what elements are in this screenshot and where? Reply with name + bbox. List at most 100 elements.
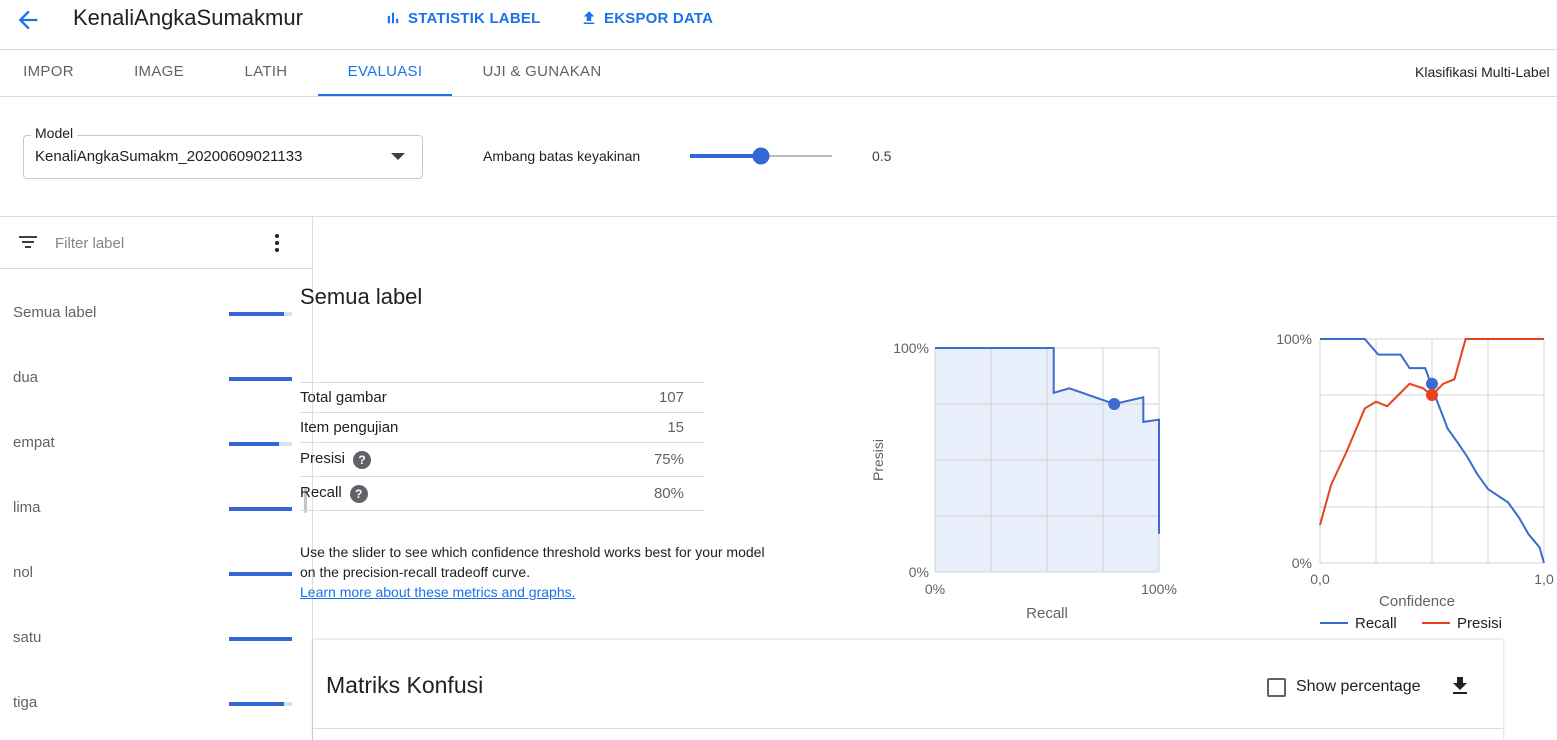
- label-item-tiga[interactable]: tiga: [0, 684, 300, 724]
- filter-list-icon[interactable]: [19, 235, 37, 249]
- label-item-lima[interactable]: lima: [0, 489, 300, 529]
- help-icon[interactable]: ?: [349, 484, 368, 503]
- legend-label-recall: Recall: [1355, 615, 1397, 632]
- x-axis-label: Confidence: [1379, 593, 1455, 610]
- y-axis-label: Presisi: [870, 439, 886, 481]
- metric-value: 107: [567, 382, 704, 413]
- app-title: KenaliAngkaSumakmur: [73, 5, 303, 30]
- y-tick-label: 0%: [1292, 555, 1312, 571]
- label-item-name: nol: [13, 564, 34, 581]
- label-score-fill: [229, 377, 292, 381]
- label-sidebar: Semua label dua empat lima nol satu tiga: [0, 217, 313, 740]
- metrics-table: Total gambar 107 Item pengujian 15 Presi…: [300, 382, 704, 511]
- model-select-value: KenaliAngkaSumakm_20200609021133: [35, 148, 303, 165]
- label-item-name: tiga: [13, 694, 38, 711]
- x-tick-label: 1,0: [1534, 571, 1554, 587]
- label-score-bar: [229, 442, 292, 446]
- x-axis-label: Recall: [1026, 605, 1068, 622]
- tab-image[interactable]: IMAGE: [116, 50, 202, 96]
- dropdown-caret-icon: [391, 153, 405, 160]
- threshold-slider[interactable]: [690, 146, 832, 166]
- model-select[interactable]: KenaliAngkaSumakm_20200609021133: [23, 135, 423, 179]
- metric-value: 80%: [567, 476, 704, 511]
- metric-key: Recall: [300, 484, 342, 502]
- tab-impor[interactable]: IMPOR: [0, 50, 97, 96]
- metrics-row: Total gambar 107: [300, 382, 704, 413]
- back-arrow-icon[interactable]: [14, 6, 42, 34]
- pr-marker-point: [1108, 398, 1121, 410]
- help-text: Use the slider to see which confidence t…: [300, 544, 765, 580]
- label-item-name: empat: [13, 434, 55, 451]
- tab-bar: IMPOR IMAGE LATIH EVALUASI UJI & GUNAKAN…: [0, 50, 1557, 97]
- label-item-empat[interactable]: empat: [0, 424, 300, 464]
- confidence-chart: 100% 0%0,0 1,0 Confidence Recall Presisi: [1276, 331, 1554, 632]
- marker-point-recall: [1426, 377, 1438, 390]
- confusion-matrix-card: Matriks Konfusi Show percentage: [313, 640, 1503, 740]
- label-score-fill: [229, 702, 285, 706]
- precision-recall-chart: 100% 0%0% 100% Recall Presisi: [870, 340, 1177, 622]
- ekspor-data-button[interactable]: EKSPOR DATA: [580, 9, 713, 27]
- bar-chart-icon: [387, 12, 399, 24]
- section-title: Semua label: [300, 284, 423, 309]
- legend-label-presisi: Presisi: [1457, 615, 1502, 632]
- label-score-bar: [229, 572, 292, 576]
- help-icon[interactable]: ?: [353, 450, 372, 469]
- x-tick-label: 0%: [925, 581, 945, 597]
- label-item-semua-label[interactable]: Semua label: [0, 294, 300, 334]
- slider-fill: [690, 154, 761, 158]
- filter-label-input[interactable]: [55, 231, 245, 255]
- label-item-name: satu: [13, 629, 42, 646]
- marker-point-presisi: [1426, 389, 1438, 401]
- tab-evaluasi[interactable]: EVALUASI: [318, 50, 452, 96]
- model-type-label: Klasifikasi Multi-Label: [1415, 64, 1550, 80]
- label-score-bar: [229, 377, 292, 381]
- statistik-label-button[interactable]: STATISTIK LABEL: [384, 9, 540, 27]
- x-tick-label: 100%: [1141, 581, 1177, 597]
- slider-thumb[interactable]: [752, 147, 770, 165]
- metrics-row: Recall? 80%: [300, 476, 704, 511]
- label-item-dua[interactable]: dua: [0, 359, 300, 399]
- label-score-bar: [229, 507, 292, 511]
- y-tick-label: 100%: [1276, 331, 1312, 347]
- show-percentage-label[interactable]: Show percentage: [1296, 678, 1421, 696]
- metrics-row: Presisi? 75%: [300, 442, 704, 477]
- label-score-fill: [229, 637, 292, 641]
- app-root: KenaliAngkaSumakmur STATISTIK LABEL EKSP…: [0, 0, 1557, 740]
- y-tick-label: 0%: [909, 564, 929, 580]
- label-item-name: dua: [13, 369, 39, 386]
- show-percentage-checkbox[interactable]: [1267, 678, 1286, 697]
- label-item-name: Semua label: [13, 304, 97, 321]
- download-icon[interactable]: [1448, 674, 1472, 698]
- export-icon: [583, 11, 595, 24]
- metric-value: 15: [567, 412, 704, 443]
- tab-uji-gunakan[interactable]: UJI & GUNAKAN: [466, 50, 618, 96]
- metric-key: Item pengujian: [300, 412, 568, 443]
- metric-value: 75%: [567, 442, 704, 477]
- tab-latih[interactable]: LATIH: [222, 50, 310, 96]
- top-bar: KenaliAngkaSumakmur STATISTIK LABEL EKSP…: [0, 0, 1557, 50]
- label-item-name: lima: [13, 499, 41, 516]
- label-score-fill: [229, 572, 292, 576]
- x-tick-label: 0,0: [1310, 571, 1330, 587]
- ekspor-data-text: EKSPOR DATA: [604, 9, 714, 27]
- threshold-value: 0.5: [872, 148, 892, 164]
- learn-more-link[interactable]: Learn more about these metrics and graph…: [300, 582, 576, 602]
- label-score-fill: [229, 507, 292, 511]
- metric-key: Total gambar: [300, 382, 568, 413]
- metric-key-cell: Presisi?: [300, 442, 568, 477]
- statistik-label-text: STATISTIK LABEL: [408, 9, 541, 27]
- more-vert-icon[interactable]: [268, 233, 286, 253]
- label-score-fill: [229, 442, 280, 446]
- label-score-bar: [229, 702, 292, 706]
- label-item-nol[interactable]: nol: [0, 554, 300, 594]
- metrics-row: Item pengujian 15: [300, 412, 704, 443]
- y-tick-label: 100%: [893, 340, 929, 356]
- divider: [313, 728, 1503, 729]
- confusion-title: Matriks Konfusi: [326, 672, 484, 698]
- label-score-fill: [229, 312, 285, 316]
- model-select-label: Model: [31, 125, 78, 141]
- metric-key-cell: Recall?: [300, 476, 568, 511]
- label-score-bar: [229, 637, 292, 641]
- label-item-satu[interactable]: satu: [0, 619, 300, 659]
- threshold-label: Ambang batas keyakinan: [483, 148, 641, 164]
